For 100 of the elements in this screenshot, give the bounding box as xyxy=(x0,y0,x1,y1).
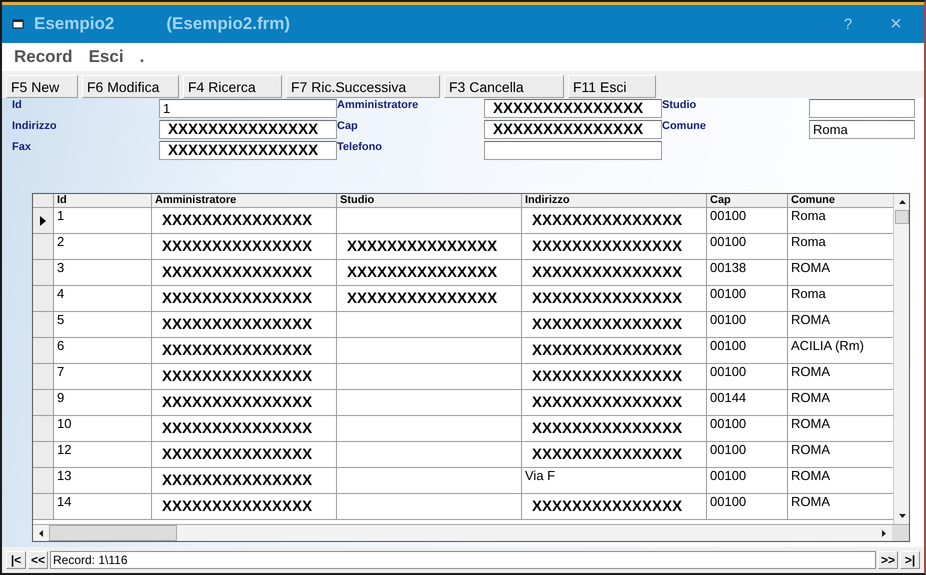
nav-button[interactable]: >| xyxy=(900,551,920,569)
table-cell: 14 xyxy=(54,494,152,519)
field-label: Telefono xyxy=(337,141,384,153)
table-cell: XXXXXXXXXXXXXXX xyxy=(522,494,707,519)
text-field[interactable]: 1 xyxy=(159,99,337,118)
table-cell: XXXXXXXXXXXXXXX xyxy=(522,416,707,441)
window-subtitle: (Esempio2.frm) xyxy=(166,14,290,34)
table-cell: Via F xyxy=(522,468,707,493)
table-cell: 1 xyxy=(54,208,152,233)
column-header[interactable]: Studio xyxy=(337,194,522,207)
text-field[interactable]: Roma xyxy=(809,120,915,139)
table-cell-text: Roma xyxy=(790,234,827,251)
toolbar-button[interactable]: F7 Ric.Successiva xyxy=(286,75,440,98)
table-cell: XXXXXXXXXXXXXXX xyxy=(522,364,707,389)
table-cell: 00100 xyxy=(707,494,788,519)
vertical-scrollbar[interactable] xyxy=(893,194,909,524)
record-status: Record: 1\116 xyxy=(50,551,876,569)
scroll-thumb[interactable] xyxy=(895,210,909,224)
horizontal-scrollbar[interactable] xyxy=(33,524,909,541)
column-header[interactable]: Amministratore xyxy=(152,194,337,207)
table-cell: XXXXXXXXXXXXXXX xyxy=(522,442,707,467)
table-cell: 12 xyxy=(54,442,152,467)
table-cell: 7 xyxy=(54,364,152,389)
text-field[interactable]: XXXXXXXXXXXXXXX xyxy=(484,120,662,139)
scroll-down-icon[interactable] xyxy=(898,514,906,518)
table-cell: XXXXXXXXXXXXXXX xyxy=(152,286,337,311)
table-cell-text: ROMA xyxy=(790,442,831,459)
table-cell: 00100 xyxy=(707,286,788,311)
row-header[interactable] xyxy=(33,208,54,233)
scroll-up-icon[interactable] xyxy=(898,200,906,204)
text-field[interactable]: XXXXXXXXXXXXXXX xyxy=(484,99,662,118)
toolbar-button[interactable]: F5 New xyxy=(6,75,78,98)
toolbar-button[interactable]: F3 Cancella xyxy=(444,75,564,98)
table-cell: XXXXXXXXXXXXXXX xyxy=(152,364,337,389)
table-cell: XXXXXXXXXXXXXXX xyxy=(152,442,337,467)
table-cell: XXXXXXXXXXXXXXX xyxy=(522,260,707,285)
table-cell: XXXXXXXXXXXXXXX xyxy=(152,208,337,233)
table-cell: XXXXXXXXXXXXXXX xyxy=(152,312,337,337)
text-field[interactable]: XXXXXXXXXXXXXXX xyxy=(159,141,337,160)
table-cell: XXXXXXXXXXXXXXX xyxy=(522,208,707,233)
table-cell: 2 xyxy=(54,234,152,259)
field-label: Studio xyxy=(662,99,698,111)
table-cell: XXXXXXXXXXXXXXX xyxy=(152,260,337,285)
table-cell: XXXXXXXXXXXXXXX xyxy=(152,234,337,259)
table-cell: XXXXXXXXXXXXXXX xyxy=(152,390,337,415)
table-cell: 00100 xyxy=(707,208,788,233)
text-field[interactable] xyxy=(484,141,662,160)
table-cell: 9 xyxy=(54,390,152,415)
table-cell: XXXXXXXXXXXXXXX xyxy=(152,338,337,363)
table-cell: 3 xyxy=(54,260,152,285)
table-cell-text: ROMA xyxy=(790,468,831,485)
table-cell-text: ACILIA (Rm) xyxy=(790,338,865,355)
table-cell: 10 xyxy=(54,416,152,441)
table-cell: 00100 xyxy=(707,234,788,259)
toolbar-button[interactable]: F4 Ricerca xyxy=(183,75,282,98)
text-field[interactable] xyxy=(809,99,915,118)
table-cell: 00100 xyxy=(707,364,788,389)
scrollbar-corner xyxy=(892,525,909,541)
table-cell-text: ROMA xyxy=(790,390,831,407)
table-cell-text: ROMA xyxy=(790,364,831,381)
scroll-thumb[interactable] xyxy=(49,525,177,541)
table-cell: XXXXXXXXXXXXXXX xyxy=(152,416,337,441)
table-cell-text: ROMA xyxy=(790,260,831,277)
field-label: Amministratore xyxy=(337,99,420,111)
table-cell: 00100 xyxy=(707,338,788,363)
table-cell: 00100 xyxy=(707,468,788,493)
table-cell: 5 xyxy=(54,312,152,337)
table-cell: 00138 xyxy=(707,260,788,285)
table-cell: XXXXXXXXXXXXXXX xyxy=(522,286,707,311)
table-cell: XXXXXXXXXXXXXXX xyxy=(337,260,522,285)
nav-button[interactable]: << xyxy=(28,551,48,569)
nav-button[interactable]: >> xyxy=(878,551,898,569)
field-label: Cap xyxy=(337,120,359,132)
table-cell: XXXXXXXXXXXXXXX xyxy=(337,286,522,311)
table-cell: XXXXXXXXXXXXXXX xyxy=(152,494,337,519)
table-cell-text: ROMA xyxy=(790,312,831,329)
table-cell: 00100 xyxy=(707,416,788,441)
field-label: Indirizzo xyxy=(12,120,58,132)
table-cell: XXXXXXXXXXXXXXX xyxy=(522,390,707,415)
table-cell: 00144 xyxy=(707,390,788,415)
toolbar-button[interactable]: F6 Modifica xyxy=(82,75,179,98)
scroll-right-icon[interactable] xyxy=(882,530,886,536)
toolbar-button[interactable]: F11 Esci xyxy=(568,75,656,98)
table-cell: XXXXXXXXXXXXXXX xyxy=(152,468,337,493)
field-label: Fax xyxy=(12,141,32,153)
table-cell: 6 xyxy=(54,338,152,363)
table-cell: 4 xyxy=(54,286,152,311)
table-cell-text: Roma xyxy=(790,208,827,225)
table-cell-text: ROMA xyxy=(790,416,831,433)
scroll-left-icon[interactable] xyxy=(39,530,43,536)
table-cell-text: Roma xyxy=(790,286,827,303)
table-cell: 00100 xyxy=(707,442,788,467)
column-header[interactable]: Cap xyxy=(707,194,788,207)
window-icon xyxy=(12,18,24,30)
nav-button[interactable]: |< xyxy=(6,551,26,569)
table-cell-text: ROMA xyxy=(790,494,831,511)
menu-item[interactable]: . xyxy=(140,47,144,67)
menu-item[interactable]: Record xyxy=(14,47,73,67)
menu-item[interactable]: Esci xyxy=(88,47,124,67)
text-field[interactable]: XXXXXXXXXXXXXXX xyxy=(159,120,337,139)
